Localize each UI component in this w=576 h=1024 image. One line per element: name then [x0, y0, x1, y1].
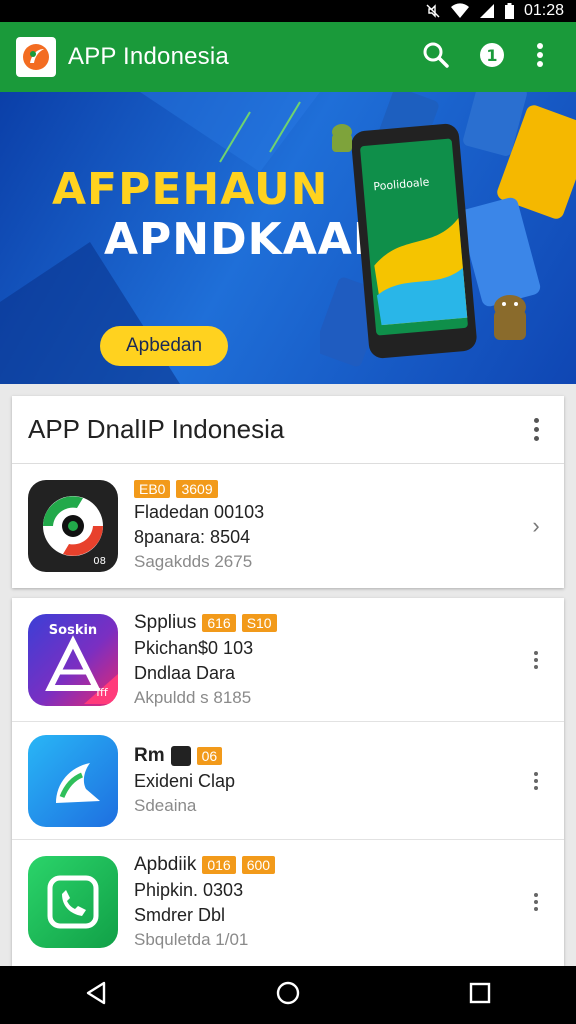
list-item-text: EB0 3609 Fladedan 00103 8panara: 8504 Sa… [134, 479, 524, 572]
home-button[interactable] [258, 970, 318, 1020]
app-badge: 616 [202, 613, 236, 632]
wifi-icon [450, 3, 469, 19]
more-options-button[interactable] [520, 29, 560, 85]
app-badge: EB0 [134, 479, 171, 498]
search-button[interactable] [408, 29, 464, 85]
banner-cta-button[interactable]: Apbedan [100, 326, 228, 366]
app-subtitle: 8panara: 8504 [134, 526, 251, 547]
app-badge: 600 [241, 856, 276, 874]
status-bar: 01:28 [0, 0, 576, 22]
app-label: Rm [134, 745, 165, 766]
app-list-card: Soskin fff Spplius 616 S10 Pkichan$0 103… [12, 598, 564, 966]
list-item-text: Rm 06 Exideni Clap Sdeaina [134, 745, 524, 816]
app-meta: Sdeaina [134, 796, 197, 815]
app-icon [28, 856, 118, 948]
mute-icon [425, 3, 441, 19]
item-more-button[interactable] [524, 650, 548, 669]
app-logo [16, 37, 56, 77]
app-bar: APP Indonesia 1 [0, 22, 576, 92]
promo-banner[interactable]: AFPEHAUN APNDKAAL Apbedan Poolidoale [0, 92, 576, 384]
app-badge: 06 [196, 747, 223, 765]
app-badge: 016 [202, 856, 236, 874]
recents-button[interactable] [450, 970, 510, 1020]
item-more-button[interactable] [524, 893, 548, 911]
list-item-text: Apbdiik 016 600 Phipkin. 0303 Smdrer Dbl… [134, 854, 524, 950]
chevron-right-icon[interactable]: › [524, 513, 548, 539]
app-subtitle: Dndlaa Dara [134, 662, 236, 683]
banner-phone-illustration: Poolidoale [320, 92, 576, 367]
app-icon [28, 734, 118, 827]
featured-card-title: APP DnalIP Indonesia [28, 414, 285, 444]
back-icon [85, 981, 107, 1010]
status-time: 01:28 [523, 2, 564, 19]
paw-icon [170, 746, 191, 766]
app-badge: 3609 [176, 479, 218, 498]
back-button[interactable] [66, 970, 126, 1020]
notification-icon: 1 [478, 41, 506, 74]
app-label: Spplius [134, 611, 197, 633]
app-meta: Akpuldd s 8185 [134, 687, 252, 707]
app-meta: Sagakdds 2675 [134, 551, 253, 571]
featured-card: APP DnalIP Indonesia 08 EB0 3609 Fladeda… [12, 396, 564, 588]
app-name: Fladedan 00103 [134, 501, 265, 522]
featured-more-button[interactable] [524, 410, 548, 450]
app-subtitle: Smdrer Dbl [134, 905, 226, 925]
app-icon-corner-text: fff [96, 686, 109, 699]
list-item[interactable]: Apbdiik 016 600 Phipkin. 0303 Smdrer Dbl… [12, 840, 564, 964]
android-icon-small [332, 124, 352, 152]
signal-icon [479, 3, 495, 19]
android-icon [494, 295, 526, 340]
svg-text:08: 08 [93, 556, 106, 567]
home-icon [275, 980, 301, 1011]
list-item[interactable]: 08 EB0 3609 Fladedan 00103 8panara: 8504… [12, 464, 564, 587]
list-item[interactable]: Rm 06 Exideni Clap Sdeaina [12, 722, 564, 840]
app-title: APP Indonesia [68, 43, 229, 70]
app-meta: Sbquletda 1/01 [134, 930, 249, 949]
app-name: Phipkin. 0303 [134, 880, 244, 900]
item-more-button[interactable] [524, 771, 548, 790]
app-icon: 08 [28, 479, 118, 572]
search-icon [422, 41, 450, 74]
more-vert-icon [536, 41, 544, 74]
navigation-bar [0, 966, 576, 1024]
app-label: Apbdiik [134, 854, 197, 875]
svg-text:1: 1 [486, 46, 497, 65]
banner-headline-1: AFPEHAUN [52, 164, 329, 215]
app-icon: Soskin fff [28, 613, 118, 706]
notification-button[interactable]: 1 [464, 29, 520, 85]
list-item-text: Spplius 616 S10 Pkichan$0 103 Dndlaa Dar… [134, 612, 524, 708]
featured-card-header: APP DnalIP Indonesia [12, 396, 564, 464]
app-name: Pkichan$0 103 [134, 637, 254, 658]
app-badge: S10 [241, 613, 277, 632]
list-item[interactable]: Soskin fff Spplius 616 S10 Pkichan$0 103… [12, 598, 564, 722]
recents-icon [469, 982, 491, 1009]
battery-icon [504, 3, 514, 19]
app-name: Exideni Clap [134, 771, 236, 791]
